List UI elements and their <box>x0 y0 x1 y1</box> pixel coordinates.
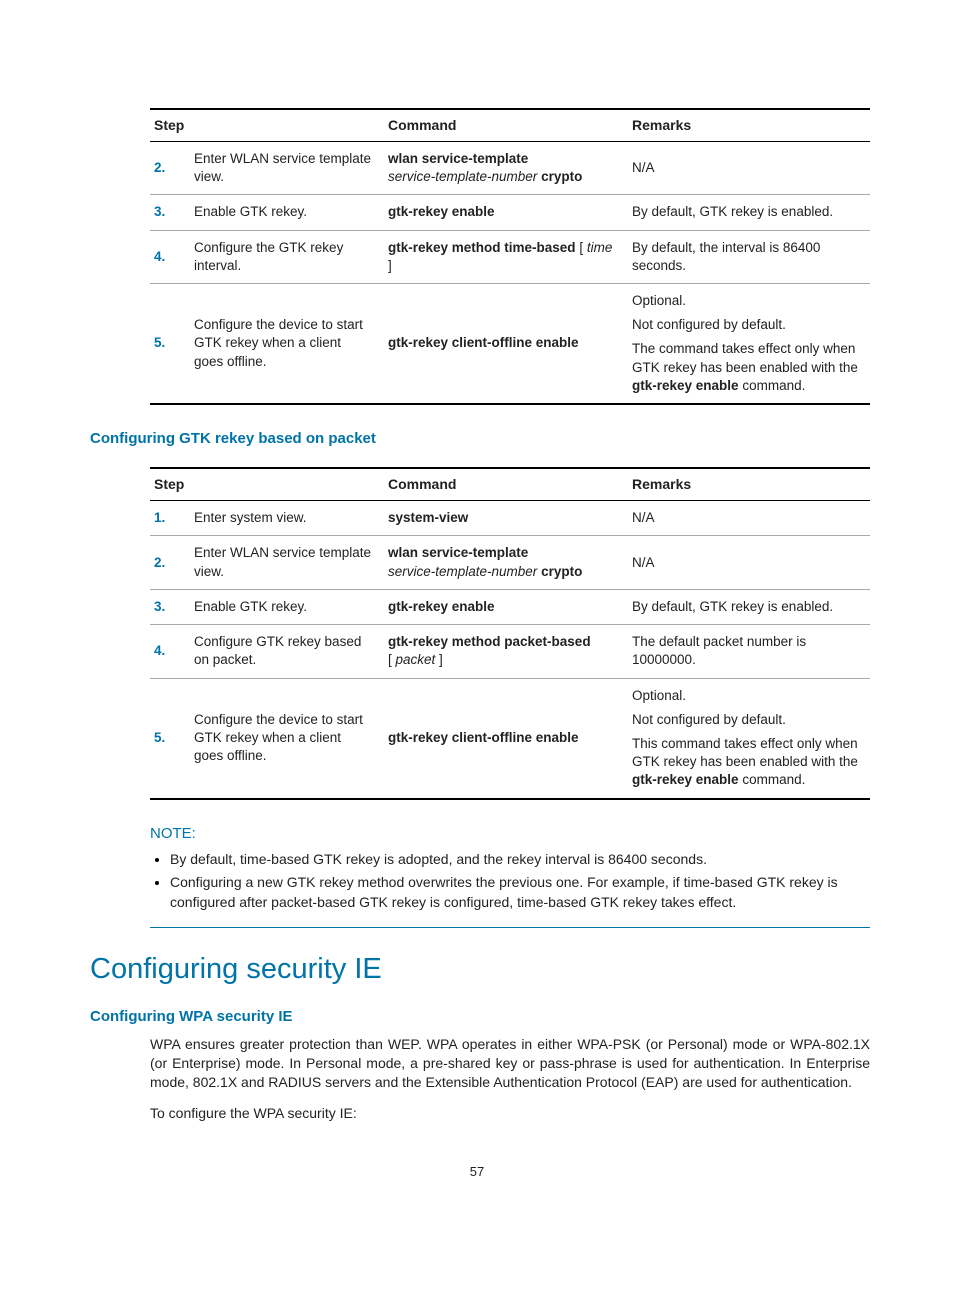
command-cell: wlan service-template service-template-n… <box>384 141 628 194</box>
paragraph: To configure the WPA security IE: <box>150 1104 870 1123</box>
table-row: 4. Configure GTK rekey based on packet. … <box>150 625 870 678</box>
step-num: 3. <box>150 195 190 230</box>
step-desc: Enable GTK rekey. <box>190 589 384 624</box>
command-cell: gtk-rekey method packet-based [ packet ] <box>384 625 628 678</box>
remarks-cell: By default, the interval is 86400 second… <box>628 230 870 283</box>
note-item: By default, time-based GTK rekey is adop… <box>170 850 870 870</box>
step-num: 5. <box>150 678 190 799</box>
th-remarks: Remarks <box>628 109 870 141</box>
step-num: 1. <box>150 501 190 536</box>
step-desc: Configure GTK rekey based on packet. <box>190 625 384 678</box>
remarks-cell: The default packet number is 10000000. <box>628 625 870 678</box>
command-cell: gtk-rekey enable <box>384 589 628 624</box>
remarks-cell: By default, GTK rekey is enabled. <box>628 195 870 230</box>
table-row: 2. Enter WLAN service template view. wla… <box>150 141 870 194</box>
table-row: 4. Configure the GTK rekey interval. gtk… <box>150 230 870 283</box>
remarks-cell: Optional. Not configured by default. Thi… <box>628 678 870 799</box>
remarks-cell: Optional. Not configured by default. The… <box>628 283 870 404</box>
step-desc: Configure the GTK rekey interval. <box>190 230 384 283</box>
note-label: NOTE: <box>150 824 870 844</box>
table-row: 2. Enter WLAN service template view. wla… <box>150 536 870 589</box>
command-cell: gtk-rekey method time-based [ time ] <box>384 230 628 283</box>
table-row: 3. Enable GTK rekey. gtk-rekey enable By… <box>150 195 870 230</box>
step-num: 2. <box>150 141 190 194</box>
step-desc: Enter system view. <box>190 501 384 536</box>
note-block: NOTE: By default, time-based GTK rekey i… <box>150 824 870 928</box>
th-remarks: Remarks <box>628 468 870 500</box>
table-gtk-packet: Step Command Remarks 1. Enter system vie… <box>150 467 870 799</box>
th-step: Step <box>150 468 384 500</box>
step-num: 2. <box>150 536 190 589</box>
step-desc: Configure the device to start GTK rekey … <box>190 678 384 799</box>
page-number: 57 <box>90 1163 864 1181</box>
step-num: 4. <box>150 230 190 283</box>
subheading-wpa: Configuring WPA security IE <box>90 1007 864 1027</box>
step-desc: Enable GTK rekey. <box>190 195 384 230</box>
command-cell: gtk-rekey enable <box>384 195 628 230</box>
step-desc: Configure the device to start GTK rekey … <box>190 283 384 404</box>
command-cell: wlan service-template service-template-n… <box>384 536 628 589</box>
note-item: Configuring a new GTK rekey method overw… <box>170 873 870 912</box>
th-step: Step <box>150 109 384 141</box>
remarks-cell: By default, GTK rekey is enabled. <box>628 589 870 624</box>
table-row: 5. Configure the device to start GTK rek… <box>150 283 870 404</box>
section-title: Configuring security IE <box>90 950 864 989</box>
th-command: Command <box>384 468 628 500</box>
command-cell: system-view <box>384 501 628 536</box>
table-row: 3. Enable GTK rekey. gtk-rekey enable By… <box>150 589 870 624</box>
step-num: 3. <box>150 589 190 624</box>
th-command: Command <box>384 109 628 141</box>
remarks-cell: N/A <box>628 536 870 589</box>
subheading-packet: Configuring GTK rekey based on packet <box>90 429 864 449</box>
table-row: 1. Enter system view. system-view N/A <box>150 501 870 536</box>
step-num: 5. <box>150 283 190 404</box>
table-row: 5. Configure the device to start GTK rek… <box>150 678 870 799</box>
command-cell: gtk-rekey client-offline enable <box>384 283 628 404</box>
remarks-cell: N/A <box>628 501 870 536</box>
table-gtk-time: Step Command Remarks 2. Enter WLAN servi… <box>150 108 870 405</box>
step-num: 4. <box>150 625 190 678</box>
step-desc: Enter WLAN service template view. <box>190 536 384 589</box>
remarks-cell: N/A <box>628 141 870 194</box>
step-desc: Enter WLAN service template view. <box>190 141 384 194</box>
paragraph: WPA ensures greater protection than WEP.… <box>150 1035 870 1092</box>
command-cell: gtk-rekey client-offline enable <box>384 678 628 799</box>
